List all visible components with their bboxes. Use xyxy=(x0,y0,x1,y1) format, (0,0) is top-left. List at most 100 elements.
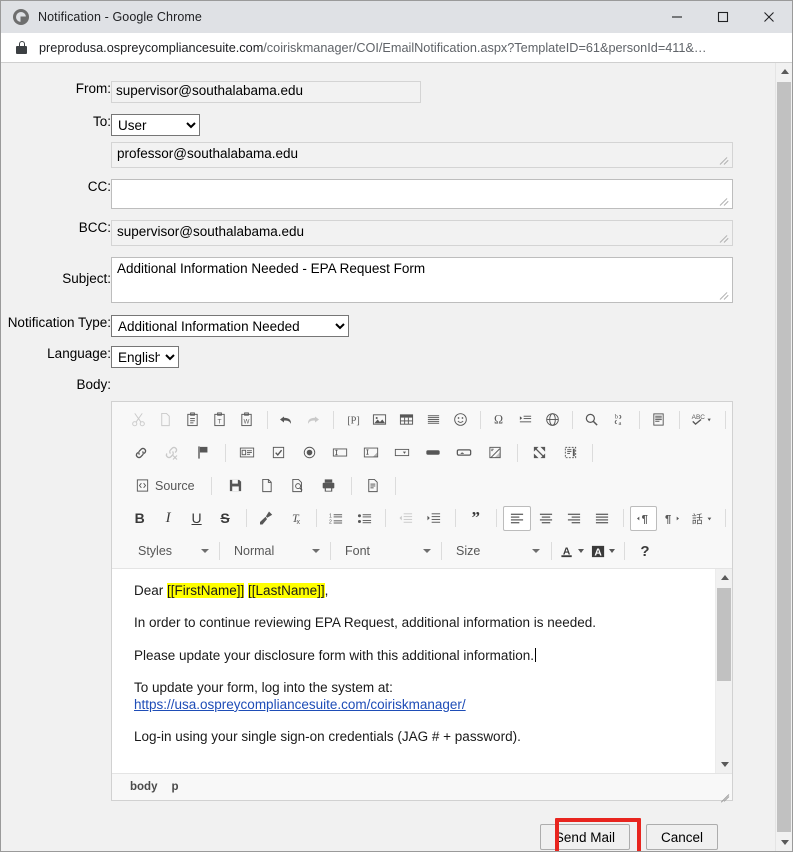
notification-type-select[interactable]: Additional Information Needed xyxy=(111,315,349,337)
text-direction-ltr-icon[interactable]: ¶ xyxy=(630,505,658,531)
smiley-icon[interactable] xyxy=(448,407,474,432)
special-character-icon[interactable]: Ω xyxy=(485,407,511,432)
from-input[interactable]: supervisor@southalabama.edu xyxy=(111,81,421,103)
maximize-icon[interactable] xyxy=(524,440,554,465)
bold-icon[interactable]: B xyxy=(126,506,153,531)
resize-handle[interactable] xyxy=(719,196,731,207)
page-scroll-thumb[interactable] xyxy=(777,82,791,832)
paragraph-format-combo[interactable]: Normal xyxy=(224,538,326,564)
find-icon[interactable] xyxy=(579,407,605,432)
to-recipients-field[interactable]: professor@southalabama.edu xyxy=(111,142,733,168)
resize-handle[interactable] xyxy=(719,290,731,301)
page-scroll-up-arrow[interactable] xyxy=(776,63,792,80)
undo-icon[interactable] xyxy=(273,407,299,432)
text-color-icon[interactable]: A xyxy=(557,539,587,564)
font-size-combo[interactable]: Size xyxy=(446,538,546,564)
numbered-list-icon[interactable]: 12 xyxy=(322,506,349,531)
editor-content[interactable]: Dear [[FirstName]] [[LastName]], In orde… xyxy=(112,569,715,773)
paste-icon[interactable] xyxy=(180,407,206,432)
font-combo[interactable]: Font xyxy=(335,538,437,564)
element-path-body[interactable]: body xyxy=(130,781,157,793)
underline-icon[interactable]: U xyxy=(183,506,210,531)
subscript-superscript-icon[interactable]: Tx xyxy=(281,506,308,531)
toolbar-separator xyxy=(245,509,247,527)
address-bar[interactable]: preprodusa.ospreycompliancesuite.com/coi… xyxy=(1,33,792,63)
to-type-select[interactable]: User xyxy=(111,114,200,136)
minimize-icon[interactable] xyxy=(654,1,700,33)
spell-check-icon[interactable]: ABC xyxy=(685,407,718,432)
remove-format-icon[interactable] xyxy=(253,506,280,531)
image-button-icon[interactable] xyxy=(449,440,479,465)
align-left-icon[interactable] xyxy=(503,505,531,531)
anchor-icon[interactable] xyxy=(188,440,218,465)
element-path-p[interactable]: p xyxy=(171,781,178,793)
templates-icon[interactable] xyxy=(646,407,672,432)
source-button[interactable]: Source xyxy=(126,473,202,498)
chevron-down-icon xyxy=(423,549,431,553)
align-center-icon[interactable] xyxy=(532,506,559,531)
language-select[interactable]: English xyxy=(111,346,179,368)
justify-icon[interactable] xyxy=(589,506,616,531)
svg-text:ABC: ABC xyxy=(691,414,705,421)
editor-body: Dear [[FirstName]] [[LastName]], In orde… xyxy=(112,569,732,774)
resize-handle[interactable] xyxy=(719,155,731,166)
paste-from-word-icon[interactable]: W xyxy=(234,407,260,432)
about-icon[interactable]: ? xyxy=(630,539,660,564)
replace-icon[interactable]: ba xyxy=(606,407,632,432)
textarea-icon[interactable] xyxy=(356,440,386,465)
button-icon[interactable] xyxy=(418,440,448,465)
redo-icon[interactable] xyxy=(300,407,326,432)
increase-indent-icon[interactable] xyxy=(421,506,448,531)
page-scrollbar[interactable] xyxy=(775,63,792,851)
scroll-thumb[interactable] xyxy=(717,588,731,681)
save-icon[interactable] xyxy=(221,473,251,498)
iframe-icon[interactable] xyxy=(539,407,565,432)
italic-icon[interactable]: I xyxy=(154,506,181,531)
maximize-icon[interactable] xyxy=(700,1,746,33)
decrease-indent-icon[interactable] xyxy=(392,506,419,531)
horizontal-rule-icon[interactable] xyxy=(421,407,447,432)
cc-field[interactable] xyxy=(111,179,733,209)
cut-icon[interactable] xyxy=(126,407,152,432)
salutation-prefix: Dear xyxy=(134,583,168,598)
scroll-up-arrow[interactable] xyxy=(716,569,733,586)
scroll-down-arrow[interactable] xyxy=(716,756,733,773)
editor-resize-handle[interactable] xyxy=(716,784,730,803)
form-icon[interactable] xyxy=(232,440,262,465)
page-scroll-down-arrow[interactable] xyxy=(776,834,792,851)
editor-scrollbar[interactable] xyxy=(715,569,732,773)
close-icon[interactable] xyxy=(746,1,792,33)
system-login-link[interactable]: https://usa.ospreycompliancesuite.com/co… xyxy=(134,697,466,712)
text-direction-rtl-icon[interactable]: ¶ xyxy=(658,506,685,531)
image-icon[interactable] xyxy=(367,407,393,432)
radio-button-icon[interactable] xyxy=(294,440,324,465)
cancel-button[interactable]: Cancel xyxy=(645,824,718,850)
checkbox-icon[interactable] xyxy=(263,440,293,465)
new-page-icon[interactable] xyxy=(252,473,282,498)
toolbar-separator xyxy=(266,410,268,429)
styles-combo[interactable]: Styles xyxy=(128,538,215,564)
show-blocks-icon[interactable] xyxy=(555,440,585,465)
page-break-icon[interactable] xyxy=(512,407,538,432)
language-icon[interactable]: 話 xyxy=(687,506,718,531)
document-properties-icon[interactable] xyxy=(358,473,388,498)
text-field-icon[interactable] xyxy=(325,440,355,465)
print-icon[interactable] xyxy=(314,473,344,498)
unlink-icon[interactable] xyxy=(157,440,187,465)
blockquote-icon[interactable]: ” xyxy=(462,506,489,531)
placeholder-icon[interactable]: [P] xyxy=(340,407,366,432)
strikethrough-icon[interactable]: S xyxy=(211,506,238,531)
paste-as-plain-text-icon[interactable]: T xyxy=(207,407,233,432)
table-icon[interactable] xyxy=(394,407,420,432)
subject-field[interactable]: Additional Information Needed - EPA Requ… xyxy=(111,257,733,303)
preview-icon[interactable] xyxy=(283,473,313,498)
background-color-icon[interactable]: A xyxy=(588,539,618,564)
select-field-icon[interactable] xyxy=(387,440,417,465)
hidden-field-icon[interactable] xyxy=(480,440,510,465)
bcc-field[interactable]: supervisor@southalabama.edu xyxy=(111,220,733,246)
align-right-icon[interactable] xyxy=(560,506,587,531)
resize-handle[interactable] xyxy=(719,233,731,244)
bulleted-list-icon[interactable] xyxy=(351,506,378,531)
link-icon[interactable] xyxy=(126,440,156,465)
copy-icon[interactable] xyxy=(153,407,179,432)
